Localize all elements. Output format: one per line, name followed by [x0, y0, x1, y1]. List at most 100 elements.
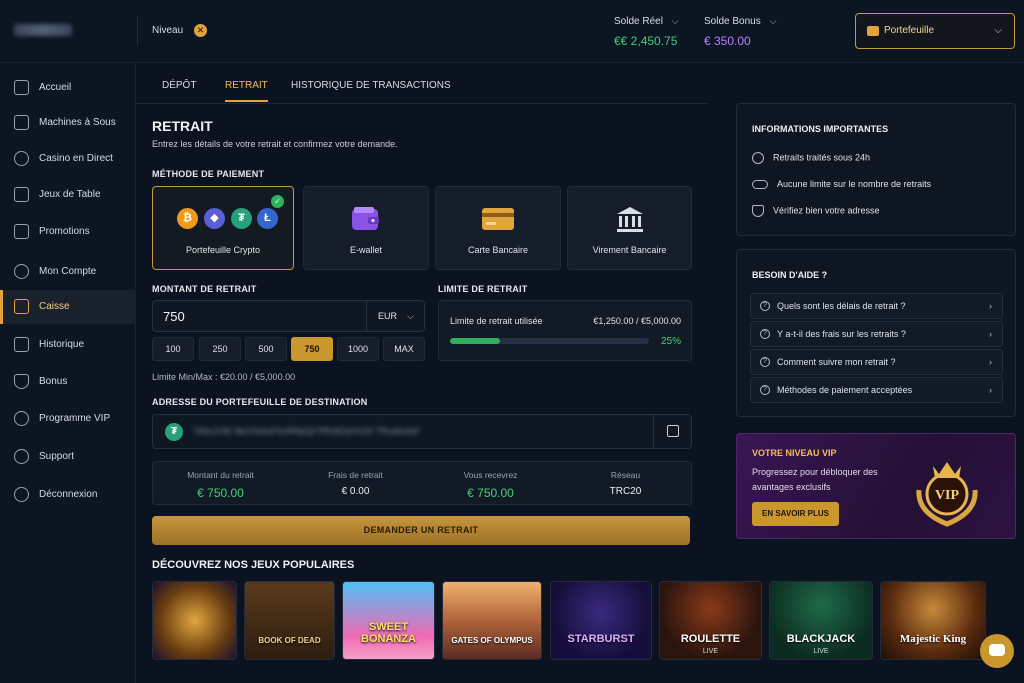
game-tile[interactable]: ROULETTE LIVE	[659, 581, 762, 660]
summary-key: Montant du retrait	[187, 470, 254, 480]
quick-amount-max-button[interactable]: MAX	[383, 337, 425, 361]
quick-amount-button[interactable]: 1000	[337, 337, 379, 361]
amount-input[interactable]: 750	[163, 309, 185, 324]
info-text: Aucune limite sur le nombre de retraits	[777, 179, 932, 189]
site-logo[interactable]	[14, 24, 72, 36]
ethereum-icon: ◆	[204, 208, 225, 229]
tether-icon: ₮	[231, 208, 252, 229]
sidebar-item-jeux-table[interactable]: Jeux de Table	[0, 178, 136, 212]
payment-method-virement[interactable]: Virement Bancaire	[567, 186, 692, 270]
summary-key: Vous recevrez	[463, 470, 518, 480]
game-tile[interactable]	[152, 581, 237, 660]
sidebar-item-mon-compte[interactable]: Mon Compte	[0, 255, 136, 289]
sidebar-item-bonus[interactable]: Bonus	[0, 365, 136, 399]
wallet-address-field[interactable]: ₮ TAbc1r9d 3kmXe4uFkvW9pQz7tRnB2yHcS4 TR…	[152, 414, 692, 449]
sidebar-item-caisse[interactable]: Caisse	[0, 290, 136, 324]
solde-bonus-value: € 350.00	[704, 34, 751, 48]
solde-reel-value: €€ 2,450.75	[614, 34, 678, 48]
chevron-right-icon: ›	[989, 329, 992, 339]
wallet-icon	[867, 26, 879, 36]
quick-amount-button[interactable]: 250	[199, 337, 241, 361]
chevron-right-icon: ›	[989, 301, 992, 311]
faq-item[interactable]: ? Quels sont les délais de retrait ? ›	[750, 293, 1003, 319]
sidebar-item-label: Historique	[39, 339, 85, 350]
chat-button[interactable]	[980, 634, 1014, 668]
game-tile[interactable]: SWEET BONANZA	[342, 581, 435, 660]
info-title: INFORMATIONS IMPORTANTES	[752, 124, 889, 134]
sidebar-item-support[interactable]: Support	[0, 440, 136, 474]
vip-badge-icon: VIP	[916, 462, 978, 527]
question-icon: ?	[760, 385, 770, 395]
faq-item[interactable]: ? Comment suivre mon retrait ? ›	[750, 349, 1003, 375]
important-info-panel: INFORMATIONS IMPORTANTES Retraits traité…	[736, 103, 1016, 236]
wallet-dropdown-button[interactable]: Portefeuille ⌵	[855, 13, 1015, 49]
chevron-down-icon: ⌵	[994, 25, 1002, 36]
wallet-address-value[interactable]: TAbc1r9d 3kmXe4uFkvW9pQz7tRnB2yHcS4 TRxa…	[193, 426, 419, 436]
tab-historique-transactions[interactable]: HISTORIQUE DE TRANSACTIONS	[291, 80, 451, 91]
vip-panel: VOTRE NIVEAU VIP Progressez pour débloqu…	[736, 433, 1016, 539]
info-item: Aucune limite sur le nombre de retraits	[752, 179, 932, 190]
payment-method-ewallet[interactable]: E-wallet	[303, 186, 429, 270]
solde-reel-label: Solde Réel	[614, 16, 663, 27]
bitcoin-icon: ₿	[177, 208, 198, 229]
copy-icon	[667, 425, 679, 437]
game-subtitle: LIVE	[813, 648, 829, 655]
game-title: BOOK OF DEAD	[258, 636, 321, 645]
payment-method-label: Portefeuille Crypto	[185, 245, 261, 255]
game-tile[interactable]: Majestic King	[880, 581, 986, 660]
tab-retrait[interactable]: RETRAIT	[225, 80, 268, 102]
games-title: DÉCOUVREZ NOS JEUX POPULAIRES	[152, 559, 355, 571]
summary-value: TRC20	[609, 486, 642, 497]
game-tile[interactable]: GATES OF OLYMPUS	[442, 581, 542, 660]
solde-reel[interactable]: Solde Réel ⌵ €€ 2,450.75	[614, 16, 679, 48]
limit-note: Limite Min/Max : €20.00 / €5,000.00	[152, 372, 296, 382]
quick-amount-button[interactable]: 100	[152, 337, 194, 361]
limit-used-label: Limite de retrait utilisée	[450, 316, 543, 326]
top-bar: Niveau ✕ Solde Réel ⌵ €€ 2,450.75 Solde B…	[0, 0, 1024, 63]
payment-method-label: Virement Bancaire	[592, 245, 667, 255]
chevron-down-icon: ⌵	[407, 311, 414, 321]
quick-amount-button[interactable]: 500	[245, 337, 287, 361]
vip-description: Progressez pour débloquer des avantages …	[752, 467, 878, 492]
history-icon	[14, 337, 29, 352]
chevron-down-icon[interactable]: ⌵	[672, 16, 679, 26]
sidebar-item-promotions[interactable]: Promotions	[0, 215, 136, 249]
credit-card-icon	[482, 208, 514, 230]
game-tile[interactable]: BLACKJACK LIVE	[769, 581, 873, 660]
payment-method-crypto[interactable]: ₿ ◆ ₮ Ł ✓ Portefeuille Crypto	[152, 186, 294, 270]
faq-item[interactable]: ? Méthodes de paiement acceptées ›	[750, 377, 1003, 403]
solde-bonus[interactable]: Solde Bonus ⌵ € 350.00	[704, 16, 777, 48]
info-text: Vérifiez bien votre adresse	[773, 205, 880, 216]
copy-button[interactable]	[653, 415, 691, 448]
sidebar-item-machines[interactable]: Machines à Sous	[0, 106, 136, 140]
limit-progress-bar	[450, 338, 649, 344]
learn-more-button[interactable]: EN SAVOIR PLUS	[752, 502, 839, 526]
currency-select[interactable]: EUR ⌵	[366, 301, 425, 331]
chevron-down-icon[interactable]: ⌵	[770, 16, 777, 26]
sidebar-item-vip[interactable]: Programme VIP	[0, 402, 136, 436]
payment-method-carte[interactable]: Carte Bancaire	[435, 186, 561, 270]
tab-depot[interactable]: DÉPÔT	[162, 80, 196, 91]
sidebar-item-label: Déconnexion	[39, 489, 98, 500]
sidebar-item-casino-direct[interactable]: Casino en Direct	[0, 142, 136, 176]
info-text: Retraits traités sous 24h	[773, 152, 871, 163]
niveau-label: Niveau	[152, 25, 184, 36]
niveau-badge-icon[interactable]: ✕	[194, 24, 207, 37]
wallet-icon	[14, 299, 29, 314]
summary-network: Réseau TRC20	[558, 470, 693, 497]
game-tile[interactable]: BOOK OF DEAD	[244, 581, 335, 660]
request-withdrawal-button[interactable]: DEMANDER UN RETRAIT	[152, 516, 690, 545]
game-title: SWEET BONANZA	[361, 621, 416, 645]
faq-item[interactable]: ? Y a-t-il des frais sur les retraits ? ›	[750, 321, 1003, 347]
limit-percent: 25%	[660, 336, 681, 347]
quick-amount-button-selected[interactable]: 750	[291, 337, 333, 361]
sidebar-item-accueil[interactable]: Accueil	[0, 71, 136, 105]
game-tile[interactable]: STARBURST	[550, 581, 652, 660]
sidebar-item-label: Casino en Direct	[39, 153, 113, 164]
sidebar-item-deconnexion[interactable]: Déconnexion	[0, 478, 136, 512]
summary-amount: Montant du retrait € 750.00	[153, 470, 288, 500]
limit-label: LIMITE DE RETRAIT	[438, 284, 528, 294]
faq-text: Méthodes de paiement acceptées	[777, 385, 913, 395]
limit-panel: Limite de retrait utilisée €1,250.00 / €…	[438, 300, 692, 361]
sidebar-item-historique[interactable]: Historique	[0, 328, 136, 362]
